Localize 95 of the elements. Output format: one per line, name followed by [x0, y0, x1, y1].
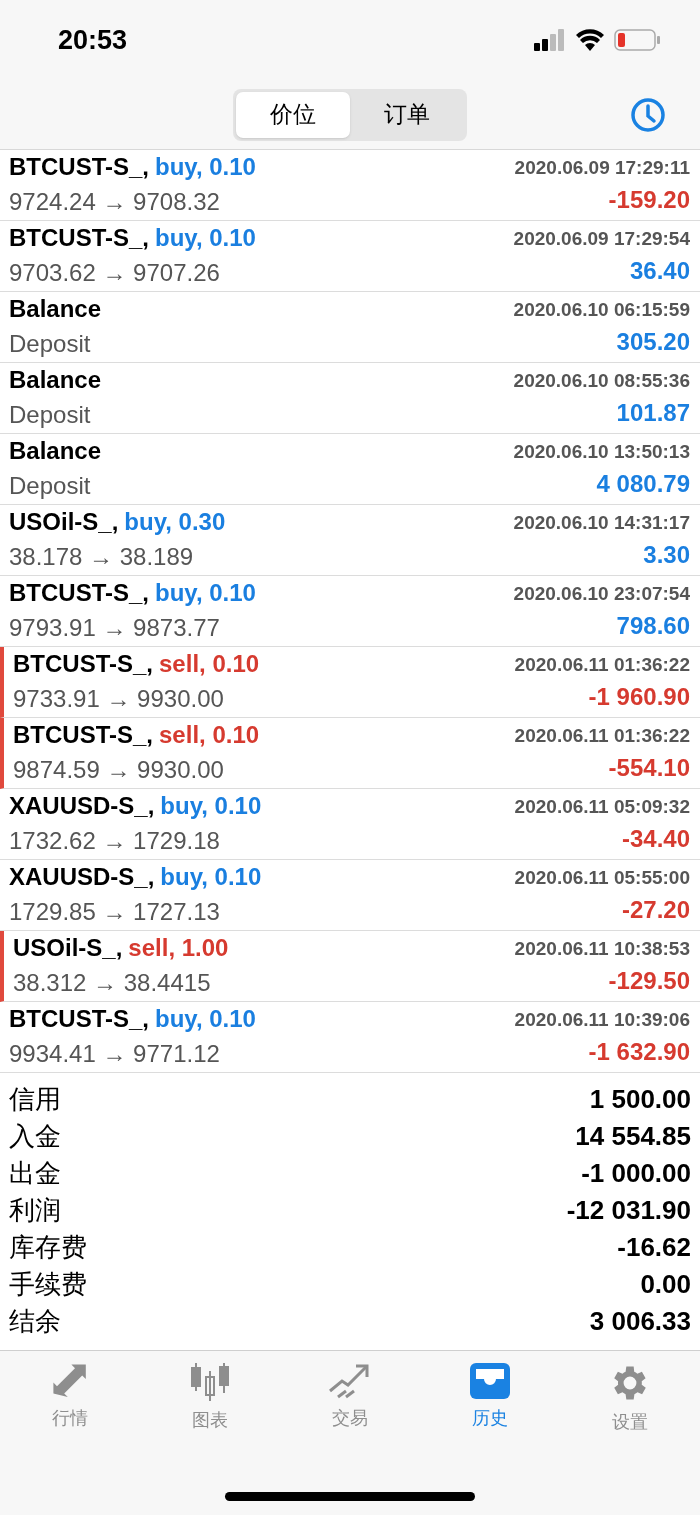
deal-prices: 9793.91 → 9873.77	[9, 613, 220, 643]
symbol-label: Balance	[9, 436, 102, 466]
deal-time: 2020.06.09 17:29:54	[513, 226, 690, 251]
deal-prices: 9733.91 → 9930.00	[13, 684, 224, 714]
deal-row[interactable]: Balance 2020.06.10 08:55:36 Deposit 101.87	[0, 363, 700, 434]
symbol-label: BTCUST-S_,	[9, 1004, 149, 1034]
symbol-label: BTCUST-S_,	[9, 223, 149, 253]
summary-label: 利润	[9, 1194, 61, 1227]
deal-row[interactable]: USOil-S_, sell, 1.00 2020.06.11 10:38:53 38.312 → 38.4415 -129.50	[0, 931, 700, 1002]
deal-type: buy, 0.10	[155, 152, 256, 182]
wifi-icon	[576, 29, 604, 51]
symbol-label: BTCUST-S_,	[13, 649, 153, 679]
deal-type: buy, 0.10	[160, 791, 262, 821]
profit-value: 101.87	[616, 398, 690, 428]
deal-prices: Deposit	[9, 400, 91, 430]
summary-label: 出金	[9, 1157, 61, 1190]
deal-time: 2020.06.10 06:15:59	[513, 297, 690, 322]
deal-time: 2020.06.11 10:39:06	[514, 1007, 690, 1032]
deal-time: 2020.06.11 10:38:53	[514, 936, 690, 961]
deal-row[interactable]: BTCUST-S_, buy, 0.10 2020.06.10 23:07:54 9793.91 → 9873.77 798.60	[0, 576, 700, 647]
summary-value: 1 500.00	[589, 1083, 691, 1116]
profit-value: -1 632.90	[588, 1037, 690, 1067]
symbol-label: BTCUST-S_,	[13, 720, 153, 750]
battery-icon	[614, 29, 660, 51]
deal-time: 2020.06.10 23:07:54	[513, 581, 690, 606]
symbol-label: Balance	[9, 294, 102, 324]
profit-value: -129.50	[608, 966, 690, 996]
deal-row[interactable]: XAUUSD-S_, buy, 0.10 2020.06.11 05:09:32 1732.62 → 1729.18 -34.40	[0, 789, 700, 860]
symbol-label: BTCUST-S_,	[9, 578, 149, 608]
symbol-label: USOil-S_,	[9, 507, 119, 537]
signal-icon	[534, 29, 566, 51]
deal-row[interactable]: BTCUST-S_, buy, 0.10 2020.06.11 10:39:06 9934.41 → 9771.12 -1 632.90	[0, 1002, 700, 1073]
profit-value: -1 960.90	[588, 682, 690, 712]
deal-prices: 9874.59 → 9930.00	[13, 755, 224, 785]
deal-prices: 38.312 → 38.4415	[13, 968, 211, 998]
symbol-label: Balance	[9, 365, 102, 395]
deal-type: sell, 0.10	[159, 720, 260, 750]
status-time: 20:53	[58, 23, 128, 57]
profit-value: 305.20	[616, 327, 690, 357]
deal-prices: 9724.24 → 9708.32	[9, 187, 220, 217]
symbol-label: BTCUST-S_,	[9, 152, 149, 182]
profit-value: 3.30	[643, 540, 690, 570]
deal-type: buy, 0.30	[124, 507, 226, 537]
profit-value: -34.40	[621, 824, 690, 854]
deal-prices: 9934.41 → 9771.12	[9, 1039, 220, 1069]
deal-time: 2020.06.11 01:36:22	[514, 723, 690, 748]
deal-prices: 9703.62 → 9707.26	[9, 258, 220, 288]
profit-value: 4 080.79	[596, 469, 690, 499]
deal-type: sell, 0.10	[159, 649, 260, 679]
deal-time: 2020.06.11 05:55:00	[514, 865, 690, 890]
deal-prices: Deposit	[9, 471, 91, 501]
summary-value: 14 554.85	[575, 1120, 691, 1153]
deal-time: 2020.06.10 08:55:36	[513, 368, 690, 393]
summary-label: 手续费	[9, 1268, 87, 1301]
summary-value: -16.62	[617, 1231, 691, 1264]
summary-value: -12 031.90	[566, 1194, 691, 1227]
deal-type: buy, 0.10	[160, 862, 262, 892]
deal-row[interactable]: Balance 2020.06.10 06:15:59 Deposit 305.20	[0, 292, 700, 363]
deal-type: buy, 0.10	[155, 578, 256, 608]
deal-row[interactable]: BTCUST-S_, buy, 0.10 2020.06.09 17:29:11 9724.24 → 9708.32 -159.20	[0, 150, 700, 221]
deal-prices: 1732.62 → 1729.18	[9, 826, 220, 856]
deal-time: 2020.06.10 13:50:13	[513, 439, 690, 464]
summary-label: 库存费	[9, 1231, 87, 1264]
deal-time: 2020.06.09 17:29:11	[514, 155, 690, 180]
summary-label: 信用	[9, 1083, 61, 1116]
deal-prices: 1729.85 → 1727.13	[9, 897, 220, 927]
deal-row[interactable]: BTCUST-S_, buy, 0.10 2020.06.09 17:29:54 9703.62 → 9707.26 36.40	[0, 221, 700, 292]
deal-prices: 38.178 → 38.189	[9, 542, 194, 572]
tab-bar-item[interactable]: 历史	[435, 1361, 545, 1436]
profit-value: -554.10	[608, 753, 690, 783]
summary-label: 入金	[9, 1120, 61, 1153]
deal-time: 2020.06.10 14:31:17	[513, 510, 690, 535]
inbox-icon	[468, 1361, 512, 1401]
deal-row[interactable]: BTCUST-S_, sell, 0.10 2020.06.11 01:36:22 9874.59 → 9930.00 -554.10	[0, 718, 700, 789]
deal-type: buy, 0.10	[155, 1004, 256, 1034]
summary-value: 0.00	[640, 1268, 691, 1301]
symbol-label: USOil-S_,	[13, 933, 123, 963]
symbol-label: XAUUSD-S_,	[9, 862, 155, 892]
candlestick-icon	[188, 1361, 232, 1403]
clock-icon[interactable]	[630, 96, 666, 133]
deal-type: buy, 0.10	[155, 223, 256, 253]
summary-value: -1 000.00	[581, 1157, 691, 1190]
deal-time: 2020.06.11 01:36:22	[514, 652, 690, 677]
profit-value: -27.20	[621, 895, 690, 925]
profit-value: 798.60	[616, 611, 690, 641]
summary-label: 结余	[9, 1305, 61, 1338]
deal-time: 2020.06.11 05:09:32	[514, 794, 690, 819]
symbol-label: XAUUSD-S_,	[9, 791, 155, 821]
segment-tab[interactable]: 价位	[236, 91, 350, 138]
summary-value: 3 006.33	[589, 1305, 691, 1338]
deal-prices: Deposit	[9, 329, 91, 359]
profit-value: -159.20	[608, 185, 690, 215]
profit-value: 36.40	[629, 256, 690, 286]
segment-tab[interactable]: 订单	[350, 91, 464, 138]
deal-type: sell, 1.00	[128, 933, 229, 963]
